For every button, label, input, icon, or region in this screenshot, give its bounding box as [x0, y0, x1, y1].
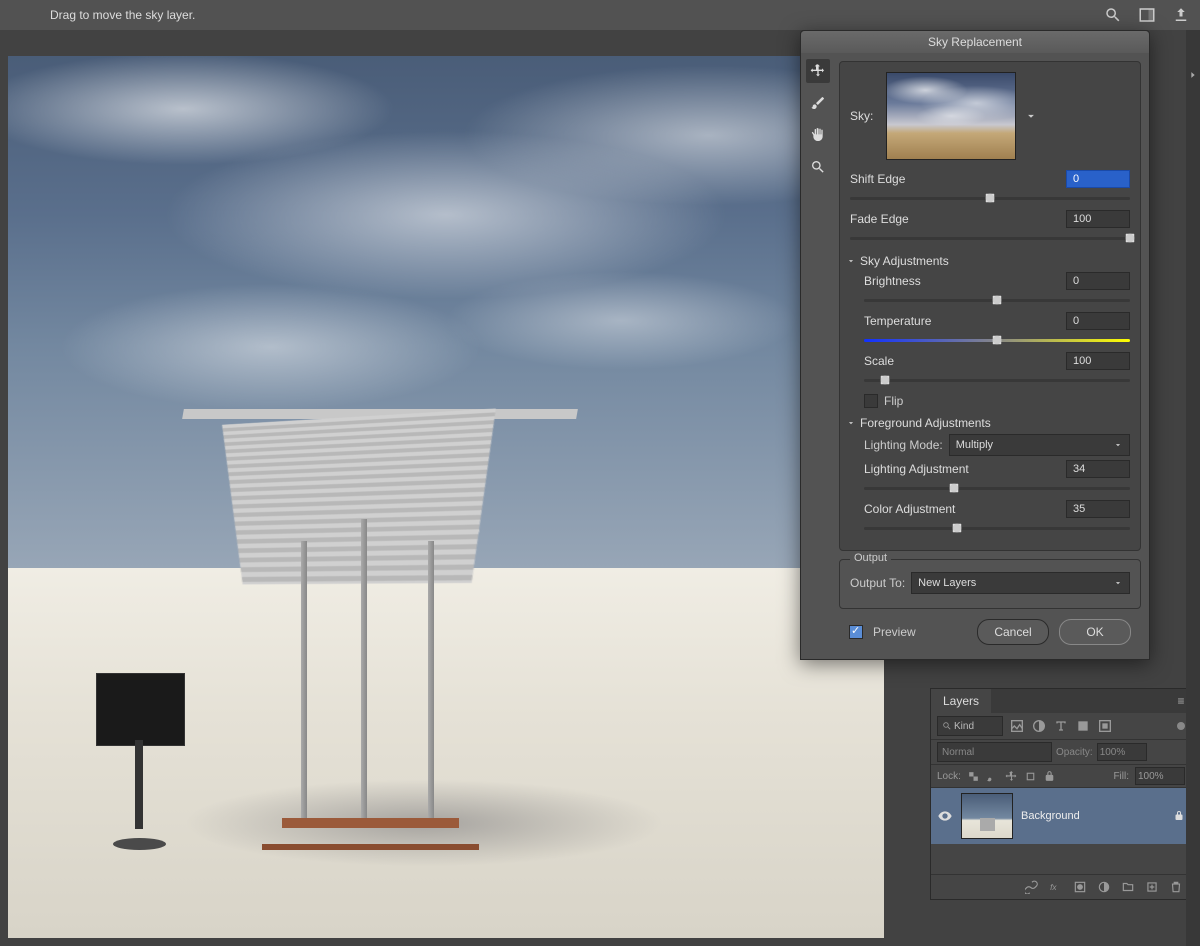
lock-indicator-icon[interactable] — [1173, 810, 1185, 822]
fade-edge-label: Fade Edge — [850, 212, 909, 226]
hand-tool[interactable] — [806, 123, 830, 147]
filter-type-icon[interactable] — [1053, 718, 1069, 734]
output-legend: Output — [850, 552, 891, 564]
hint-text: Drag to move the sky layer. — [50, 8, 195, 22]
preview-label: Preview — [873, 625, 916, 639]
sky-dropdown-icon[interactable] — [1024, 109, 1038, 123]
lighting-adjustment-input[interactable] — [1066, 460, 1130, 478]
brightness-label: Brightness — [864, 274, 921, 288]
group-icon[interactable] — [1121, 880, 1135, 894]
color-adjustment-label: Color Adjustment — [864, 502, 955, 516]
workspace-icon[interactable] — [1138, 6, 1156, 24]
svg-text:fx: fx — [1050, 883, 1057, 892]
filter-shape-icon[interactable] — [1075, 718, 1091, 734]
adjustment-layer-icon[interactable] — [1097, 880, 1111, 894]
temperature-input[interactable] — [1066, 312, 1130, 330]
output-group: Output Output To: New Layers — [839, 559, 1141, 609]
temperature-label: Temperature — [864, 314, 931, 328]
search-icon[interactable] — [1104, 6, 1122, 24]
color-adjustment-input[interactable] — [1066, 500, 1130, 518]
scale-input[interactable] — [1066, 352, 1130, 370]
lock-image-icon[interactable] — [986, 770, 999, 783]
fade-edge-input[interactable] — [1066, 210, 1130, 228]
lighting-mode-select[interactable]: Multiply — [949, 434, 1130, 456]
filter-kind-select[interactable]: Kind — [937, 716, 1003, 736]
lock-transparent-icon[interactable] — [967, 770, 980, 783]
photo-preview — [8, 56, 884, 938]
layers-panel: Layers ≡ Kind Normal Opacity: 100% Lock: — [930, 688, 1192, 900]
preview-checkbox[interactable] — [849, 625, 863, 639]
color-adjustment-slider[interactable] — [864, 520, 1130, 536]
lighting-adjustment-slider[interactable] — [864, 480, 1130, 496]
flip-label: Flip — [884, 394, 903, 408]
sky-adjustments-header[interactable]: Sky Adjustments — [846, 254, 1130, 268]
layers-tab[interactable]: Layers — [931, 689, 991, 713]
sky-thumbnail[interactable] — [886, 72, 1016, 160]
fill-label: Fill: — [1113, 771, 1129, 782]
mask-icon[interactable] — [1073, 880, 1087, 894]
lighting-mode-label: Lighting Mode: — [864, 438, 943, 452]
right-gutter — [1186, 30, 1200, 946]
brightness-slider[interactable] — [864, 292, 1130, 308]
filter-pixel-icon[interactable] — [1009, 718, 1025, 734]
flip-checkbox[interactable] — [864, 394, 878, 408]
sky-label: Sky: — [850, 109, 878, 123]
scale-label: Scale — [864, 354, 894, 368]
layer-name[interactable]: Background — [1021, 810, 1080, 822]
lock-label: Lock: — [937, 771, 961, 782]
lock-all-icon[interactable] — [1043, 770, 1056, 783]
ok-button[interactable]: OK — [1059, 619, 1131, 645]
layer-row-background[interactable]: Background — [931, 788, 1191, 844]
move-tool[interactable] — [806, 59, 830, 83]
filter-toggle[interactable] — [1177, 722, 1185, 730]
output-to-label: Output To: — [850, 576, 905, 590]
visibility-icon[interactable] — [937, 808, 953, 824]
filter-smart-icon[interactable] — [1097, 718, 1113, 734]
options-bar: Drag to move the sky layer. — [0, 0, 1200, 30]
blend-mode-select[interactable]: Normal — [937, 742, 1052, 762]
lock-position-icon[interactable] — [1005, 770, 1018, 783]
shift-edge-input[interactable] — [1066, 170, 1130, 188]
dialog-title[interactable]: Sky Replacement — [801, 31, 1149, 53]
temperature-slider[interactable] — [864, 332, 1130, 348]
collapse-arrow-icon[interactable] — [1188, 70, 1198, 80]
delete-icon[interactable] — [1169, 880, 1183, 894]
scale-slider[interactable] — [864, 372, 1130, 388]
share-icon[interactable] — [1172, 6, 1190, 24]
cancel-button[interactable]: Cancel — [977, 619, 1049, 645]
dialog-tools — [801, 53, 835, 659]
zoom-tool[interactable] — [806, 155, 830, 179]
fade-edge-slider[interactable] — [850, 230, 1130, 246]
sky-replacement-dialog: Sky Replacement Sky: Shift Edg — [800, 30, 1150, 660]
opacity-label: Opacity: — [1056, 747, 1093, 758]
brush-tool[interactable] — [806, 91, 830, 115]
lighting-adjustment-label: Lighting Adjustment — [864, 462, 969, 476]
output-to-select[interactable]: New Layers — [911, 572, 1130, 594]
opacity-input[interactable]: 100% — [1097, 743, 1147, 761]
brightness-input[interactable] — [1066, 272, 1130, 290]
document-canvas[interactable] — [8, 56, 884, 938]
link-layers-icon[interactable] — [1025, 880, 1039, 894]
shift-edge-slider[interactable] — [850, 190, 1130, 206]
filter-adjustment-icon[interactable] — [1031, 718, 1047, 734]
fill-input[interactable]: 100% — [1135, 767, 1185, 785]
fx-icon[interactable]: fx — [1049, 880, 1063, 894]
lock-artboard-icon[interactable] — [1024, 770, 1037, 783]
foreground-adjustments-header[interactable]: Foreground Adjustments — [846, 416, 1130, 430]
new-layer-icon[interactable] — [1145, 880, 1159, 894]
shift-edge-label: Shift Edge — [850, 172, 905, 186]
layer-thumbnail[interactable] — [961, 793, 1013, 839]
